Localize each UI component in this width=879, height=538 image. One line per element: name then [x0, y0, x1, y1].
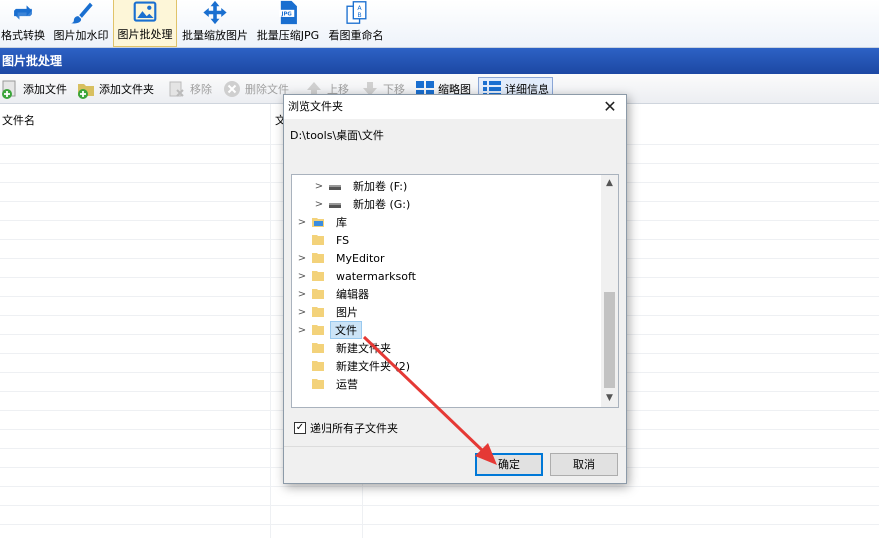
- ribbon-label: 看图重命名: [328, 29, 384, 42]
- delete-file-button[interactable]: 删除文件: [222, 77, 289, 101]
- library-icon: [312, 218, 324, 227]
- folder-icon: [312, 253, 324, 263]
- add-file-label: 添加文件: [23, 83, 67, 96]
- chevron-right-icon[interactable]: >: [297, 253, 307, 264]
- current-path: D:\tools\桌面\文件: [290, 129, 384, 142]
- folder-icon: [312, 361, 324, 371]
- ok-button[interactable]: 确定: [475, 453, 543, 476]
- ribbon-label: 图片加水印: [53, 29, 109, 42]
- delete-icon: [224, 81, 240, 97]
- folder-icon: [312, 325, 324, 335]
- ribbon-add-watermark[interactable]: 图片加水印: [52, 0, 110, 47]
- svg-text:A: A: [357, 5, 362, 12]
- chevron-right-icon[interactable]: >: [314, 199, 324, 210]
- folder-icon: [312, 235, 324, 245]
- tree-item-drive-f[interactable]: > 新加卷 (F:): [314, 177, 413, 195]
- tree-item-library[interactable]: > 库: [297, 213, 353, 231]
- tree-item-folder[interactable]: FS: [297, 231, 355, 249]
- folder-icon: [312, 307, 324, 317]
- chevron-right-icon[interactable]: >: [297, 325, 307, 336]
- ribbon-batch-resize[interactable]: 批量缩放图片: [180, 0, 250, 47]
- tree-item-folder[interactable]: 新建文件夹: [297, 339, 397, 357]
- scroll-thumb[interactable]: [604, 292, 615, 388]
- ribbon-label: 批量压缩JPG: [256, 29, 320, 42]
- remove-icon: [169, 81, 184, 97]
- panel-title: 图片批处理: [0, 48, 879, 74]
- remove-button[interactable]: 移除: [167, 77, 212, 101]
- folder-icon: [312, 271, 324, 281]
- picture-icon: [133, 1, 157, 22]
- tree-item-folder[interactable]: > MyEditor: [297, 249, 391, 267]
- cancel-button[interactable]: 取消: [550, 453, 618, 476]
- tree-item-drive-g[interactable]: > 新加卷 (G:): [314, 195, 416, 213]
- checkmark-icon[interactable]: ✓: [294, 422, 306, 434]
- ribbon-batch-compress-jpg[interactable]: JPG 批量压缩JPG: [253, 0, 323, 47]
- ribbon-batch-process[interactable]: 图片批处理: [113, 0, 177, 47]
- table-row[interactable]: [0, 506, 879, 525]
- ribbon-view-rename[interactable]: A B 看图重命名: [327, 0, 385, 47]
- folder-tree[interactable]: > 新加卷 (F:) > 新加卷 (G:) > 库 FS > MyEditor …: [291, 174, 619, 408]
- table-row[interactable]: [0, 487, 879, 506]
- chevron-right-icon[interactable]: >: [297, 307, 307, 318]
- tree-item-folder[interactable]: 运营: [297, 375, 364, 393]
- chevron-right-icon[interactable]: >: [314, 181, 324, 192]
- tree-scrollbar[interactable]: ▲ ▼: [601, 175, 618, 407]
- scroll-down-icon[interactable]: ▼: [601, 390, 618, 407]
- top-ribbon: 格式转换 图片加水印 图片批处理 批量缩放图片 JPG 批量压缩JPG A B …: [0, 0, 879, 48]
- svg-text:B: B: [357, 12, 361, 19]
- brush-icon: [71, 2, 93, 24]
- recursive-subfolders-checkbox[interactable]: ✓ 递归所有子文件夹: [294, 420, 398, 436]
- move-arrows-icon: [203, 0, 227, 25]
- svg-text:JPG: JPG: [281, 12, 292, 18]
- dialog-title: 浏览文件夹: [284, 95, 626, 119]
- chevron-right-icon[interactable]: >: [297, 217, 307, 228]
- tree-item-folder[interactable]: > 图片: [297, 303, 364, 321]
- folder-icon: [312, 379, 324, 389]
- dialog-separator: [284, 446, 626, 447]
- drive-icon: [329, 185, 341, 190]
- tree-item-selected-folder[interactable]: > 文件: [297, 321, 362, 339]
- recursive-label: 递归所有子文件夹: [310, 422, 398, 435]
- scroll-up-icon[interactable]: ▲: [601, 175, 618, 192]
- folder-icon: [312, 289, 324, 299]
- jpg-file-icon: JPG: [279, 0, 297, 25]
- chevron-right-icon[interactable]: >: [297, 271, 307, 282]
- add-file-button[interactable]: 添加文件: [0, 77, 67, 101]
- add-folder-label: 添加文件夹: [99, 83, 154, 96]
- ribbon-label: 批量缩放图片: [182, 29, 248, 42]
- add-folder-icon: [78, 84, 94, 99]
- ribbon-format-convert[interactable]: 格式转换: [0, 0, 46, 47]
- add-folder-button[interactable]: 添加文件夹: [76, 77, 154, 101]
- ribbon-label: 图片批处理: [117, 28, 173, 41]
- close-icon[interactable]: ✕: [600, 97, 620, 117]
- remove-label: 移除: [190, 83, 212, 96]
- tree-item-folder[interactable]: > watermarksoft: [297, 267, 422, 285]
- ribbon-label: 格式转换: [1, 29, 45, 42]
- rename-icon: A B: [346, 1, 367, 24]
- convert-icon: [14, 5, 32, 20]
- chevron-right-icon[interactable]: >: [297, 289, 307, 300]
- add-file-icon: [2, 80, 16, 99]
- browse-folder-dialog: 浏览文件夹 ✕ D:\tools\桌面\文件 > 新加卷 (F:) > 新加卷 …: [283, 94, 627, 484]
- tree-item-folder[interactable]: > 编辑器: [297, 285, 375, 303]
- tree-item-folder[interactable]: 新建文件夹 (2): [297, 357, 416, 375]
- folder-icon: [312, 343, 324, 353]
- drive-icon: [329, 203, 341, 208]
